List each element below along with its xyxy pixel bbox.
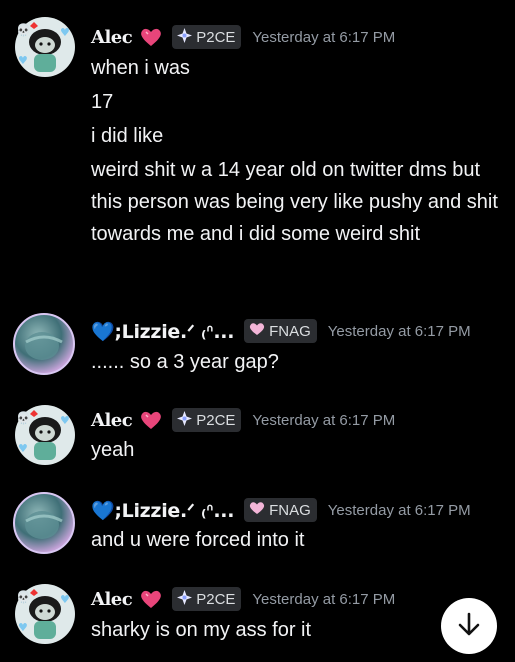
- message-content: yeah: [91, 434, 501, 466]
- username[interactable]: 💙;Lizzie.ᐟ ₍ᐢ...: [91, 499, 234, 522]
- username[interactable]: Alec: [91, 589, 133, 610]
- username[interactable]: Alec: [91, 27, 133, 48]
- arrow-down-icon: [456, 611, 482, 641]
- avatar[interactable]: 💀 ♥ ♥: [12, 402, 75, 465]
- message-header: 💙;Lizzie.ᐟ ₍ᐢ... FNAG Yesterday at 6:17 …: [91, 317, 471, 345]
- timestamp: Yesterday at 6:17 PM: [327, 501, 471, 519]
- guild-tag[interactable]: P2CE: [172, 408, 242, 432]
- timestamp: Yesterday at 6:17 PM: [252, 590, 396, 608]
- svg-text:♥: ♥: [18, 442, 28, 455]
- tag-label: P2CE: [196, 411, 236, 429]
- diamond-sparkle-icon: [177, 410, 193, 430]
- timestamp: Yesterday at 6:17 PM: [327, 322, 471, 340]
- username[interactable]: 💙;Lizzie.ᐟ ₍ᐢ...: [91, 320, 234, 343]
- diamond-sparkle-icon: [177, 589, 193, 609]
- message-header: Alec P2CE Yesterday at 6:17 PM: [91, 406, 395, 434]
- svg-text:💀: 💀: [16, 23, 31, 37]
- username[interactable]: Alec: [91, 410, 133, 431]
- pink-heart-icon: [140, 410, 162, 430]
- pink-heart-icon: [140, 589, 162, 609]
- message-header: Alec P2CE Yesterday at 6:17 PM: [91, 23, 395, 51]
- message-line: yeah: [91, 439, 135, 461]
- svg-text:♥: ♥: [60, 593, 70, 606]
- timestamp: Yesterday at 6:17 PM: [252, 28, 396, 46]
- tag-label: P2CE: [196, 28, 236, 46]
- message-line: when i was: [91, 57, 190, 79]
- svg-text:♥: ♥: [60, 414, 70, 427]
- svg-text:💀: 💀: [16, 411, 31, 425]
- guild-tag[interactable]: FNAG: [244, 498, 317, 522]
- svg-text:💀: 💀: [16, 590, 31, 604]
- message-line: sharky is on my ass for it: [91, 619, 312, 641]
- pink-heart-icon: [249, 322, 265, 340]
- guild-tag[interactable]: FNAG: [244, 319, 317, 343]
- svg-text:♥: ♥: [18, 621, 28, 634]
- tag-label: FNAG: [269, 501, 311, 519]
- guild-tag[interactable]: P2CE: [172, 25, 242, 49]
- avatar[interactable]: [12, 312, 75, 375]
- tag-label: P2CE: [196, 590, 236, 608]
- message-content: ...... so a 3 year gap?: [91, 346, 501, 378]
- timestamp: Yesterday at 6:17 PM: [252, 411, 396, 429]
- message-line: 17: [91, 91, 114, 113]
- pink-heart-icon: [140, 27, 162, 47]
- message-content: and u were forced into it: [91, 524, 501, 556]
- tag-label: FNAG: [269, 322, 311, 340]
- avatar[interactable]: 💀 ♥ ♥: [12, 581, 75, 644]
- svg-text:♥: ♥: [18, 54, 28, 67]
- svg-text:♥: ♥: [60, 26, 70, 39]
- pink-heart-icon: [249, 501, 265, 519]
- avatar[interactable]: [12, 491, 75, 554]
- message-line: weird shit w a 14 year old on twitter dm…: [91, 159, 498, 245]
- message-content: when i was 17 i did like weird shit w a …: [91, 52, 501, 250]
- guild-tag[interactable]: P2CE: [172, 587, 242, 611]
- diamond-sparkle-icon: [177, 27, 193, 47]
- message-line: ...... so a 3 year gap?: [91, 351, 279, 373]
- chat-messages: 💀 ♥ ♥ Alec P2CE Yesterday at 6:17 PM whe…: [0, 0, 515, 662]
- message-line: i did like: [91, 125, 164, 147]
- avatar[interactable]: 💀 ♥ ♥: [12, 14, 75, 77]
- message-header: 💙;Lizzie.ᐟ ₍ᐢ... FNAG Yesterday at 6:17 …: [91, 496, 471, 524]
- message-content: sharky is on my ass for it: [91, 614, 501, 646]
- jump-to-bottom-button[interactable]: [441, 598, 497, 654]
- message-header: Alec P2CE Yesterday at 6:17 PM: [91, 585, 395, 613]
- message-line: and u were forced into it: [91, 529, 305, 551]
